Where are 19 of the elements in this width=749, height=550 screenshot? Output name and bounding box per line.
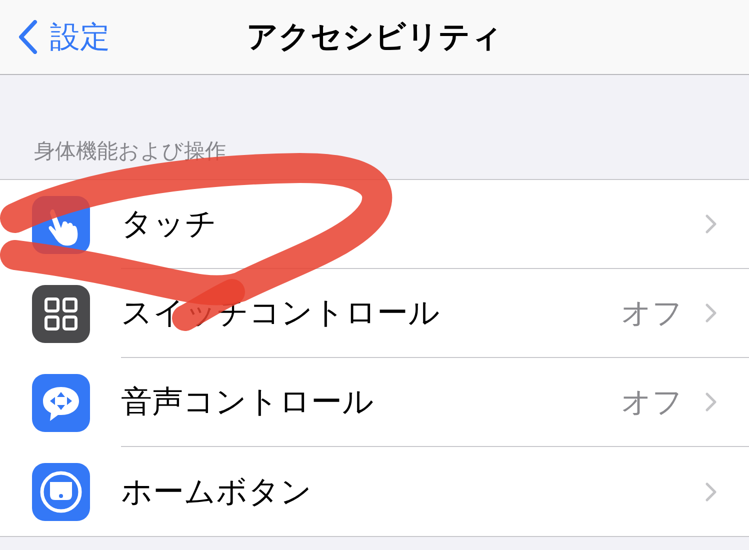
back-button[interactable]: 設定 [0,16,110,58]
chevron-icon [705,303,717,323]
row-label: タッチ [121,205,218,244]
row-value: オフ [621,384,683,422]
chevron-icon [705,482,717,502]
row-label: ホームボタン [121,472,313,512]
chevron-icon [705,392,717,412]
row-value: オフ [621,294,683,332]
settings-row[interactable]: 音声コントロール オフ [0,358,749,447]
section-header: 身体機能および操作 [34,138,226,165]
settings-row[interactable]: タッチ [0,180,749,269]
settings-row[interactable]: ホームボタン [0,447,749,536]
row-label: 音声コントロール [121,383,375,422]
grid-icon [32,284,90,342]
home-button-icon [32,462,90,520]
screen-title: アクセシビリティ [246,18,502,57]
chevron-icon [705,214,717,234]
back-chevron-icon [18,20,38,54]
speech-bubble-icon [32,374,90,432]
